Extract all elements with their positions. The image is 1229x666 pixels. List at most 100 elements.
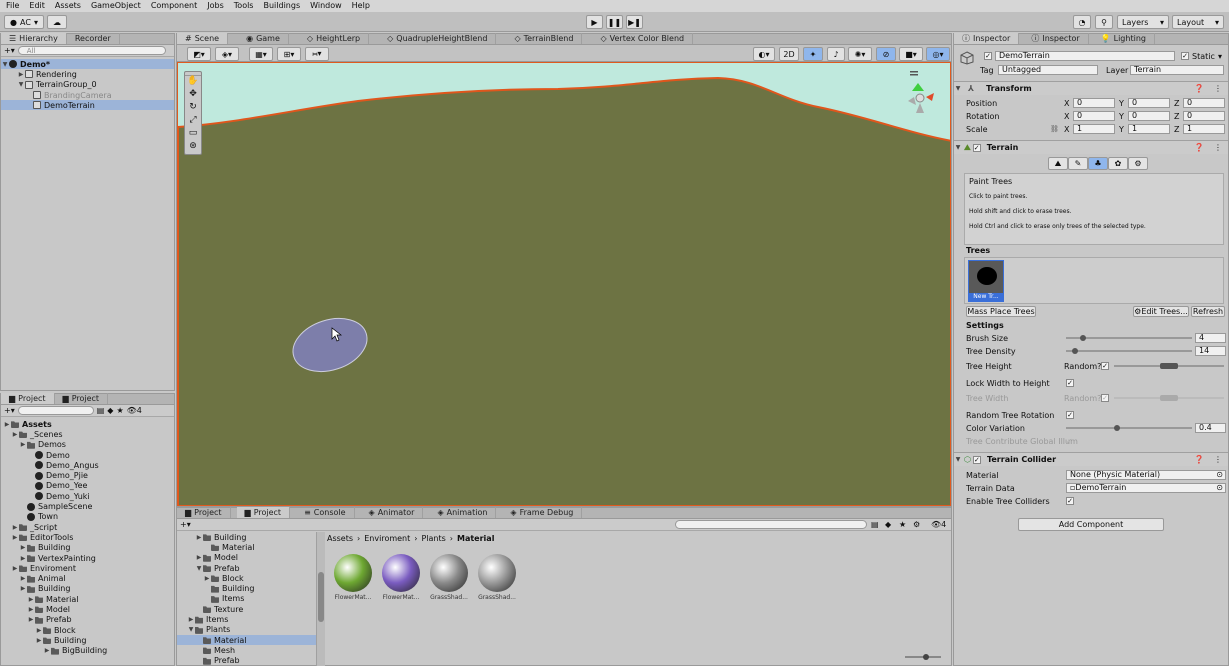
tab-project-1[interactable]: ▆ Project: [1, 393, 55, 404]
menu-item-window[interactable]: Window: [310, 0, 342, 12]
tab-console-2[interactable]: ≡ Console: [296, 507, 355, 518]
grid-button[interactable]: ▦▾: [249, 47, 273, 61]
increment-snap-button[interactable]: ⧦▾: [305, 47, 329, 61]
link-icon[interactable]: ⛓: [1050, 125, 1059, 133]
brush-size-field[interactable]: 4: [1195, 333, 1226, 343]
raise-terrain-tool[interactable]: ⛰: [1048, 157, 1068, 170]
brush-size-slider[interactable]: [1066, 335, 1192, 341]
gizmos-button[interactable]: ◎▾: [926, 47, 950, 61]
chevron-icon[interactable]: ▶: [195, 534, 203, 541]
tab-animation-4[interactable]: ◈ Animation: [429, 507, 497, 518]
chevron-icon[interactable]: ▼: [187, 626, 195, 633]
add-icon[interactable]: +▾: [180, 520, 191, 529]
paint-height-tool[interactable]: ✎: [1068, 157, 1088, 170]
terrain-collider-header[interactable]: ▼ ⬡ ✓ Terrain Collider ❓ ⋮: [954, 452, 1228, 466]
static-checkbox[interactable]: ✓: [1181, 52, 1189, 60]
chevron-right-icon[interactable]: ▼: [17, 81, 25, 88]
transform-tool-icon[interactable]: ⊛: [185, 141, 201, 154]
menu-item-gameobject[interactable]: GameObject: [91, 0, 141, 12]
move-tool-icon[interactable]: ✥: [185, 89, 201, 102]
hand-tool-icon[interactable]: ✋: [185, 76, 201, 89]
transform-scale-x-field[interactable]: 1: [1073, 124, 1115, 134]
object-name-field[interactable]: DemoTerrain: [995, 51, 1175, 61]
hierarchy-item[interactable]: BrandingCamera: [1, 90, 174, 100]
add-icon[interactable]: +▾: [4, 406, 15, 415]
tab-inspector-0[interactable]: ⓘ Inspector: [954, 33, 1020, 44]
chevron-icon[interactable]: ▶: [43, 647, 51, 654]
breadcrumb-item[interactable]: Enviroment: [364, 534, 410, 543]
project-tree-item[interactable]: Demo: [1, 450, 174, 460]
chevron-down-icon[interactable]: ▼: [1, 61, 9, 68]
tab-frame-debug-5[interactable]: ◈ Frame Debug: [502, 507, 583, 518]
account-button[interactable]: ● AC ▾: [4, 15, 44, 29]
edit-trees-button[interactable]: ⚙ Edit Trees...: [1133, 306, 1189, 317]
project-tree-item[interactable]: ▶ EditorTools: [1, 532, 174, 542]
chevron-icon[interactable]: ▶: [187, 616, 195, 623]
project-tree-item[interactable]: Texture: [177, 604, 316, 614]
tab-project-2[interactable]: ▆ Project: [55, 393, 109, 404]
transform-scale-z-field[interactable]: 1: [1183, 124, 1225, 134]
toggle-2d-button[interactable]: 2D: [779, 47, 799, 61]
play-button[interactable]: ▶: [586, 15, 603, 29]
menu-item-assets[interactable]: Assets: [55, 0, 81, 12]
project-tree-item[interactable]: ▶ Building: [1, 543, 174, 553]
collab-button[interactable]: ☁: [47, 15, 67, 29]
project-tree-item[interactable]: ▶ Material: [1, 594, 174, 604]
refresh-button[interactable]: Refresh: [1191, 306, 1225, 317]
filter-type-icon[interactable]: ▤: [871, 520, 879, 529]
chevron-icon[interactable]: ▶: [203, 575, 211, 582]
project-tree-item[interactable]: ▶ _Scenes: [1, 429, 174, 439]
terrain-settings-tool[interactable]: ⚙: [1128, 157, 1148, 170]
project-tree-item[interactable]: ▼ Plants: [177, 625, 316, 635]
chevron-down-icon[interactable]: ▼: [954, 144, 962, 151]
pause-button[interactable]: ❚❚: [606, 15, 623, 29]
project-tree-item[interactable]: ▶ Block: [1, 625, 174, 635]
project-tree-item[interactable]: ▶ Building: [177, 532, 316, 542]
enable-tree-colliders-checkbox[interactable]: ✓: [1066, 497, 1074, 505]
hidden-objects-toggle[interactable]: ⊘: [876, 47, 896, 61]
transform-position-y-field[interactable]: 0: [1128, 98, 1170, 108]
menu-item-jobs[interactable]: Jobs: [207, 0, 224, 12]
project-tree-item[interactable]: SampleScene: [1, 501, 174, 511]
menu-item-file[interactable]: File: [6, 0, 19, 12]
transform-scale-y-field[interactable]: 1: [1128, 124, 1170, 134]
project-tree-item[interactable]: ▶ Prefab: [1, 615, 174, 625]
chevron-icon[interactable]: ▶: [195, 554, 203, 561]
tab-game[interactable]: ◉ Game: [238, 33, 289, 44]
tree-scrollbar[interactable]: [317, 532, 325, 666]
project-tree-item[interactable]: Demo_Yuki: [1, 491, 174, 501]
paint-details-tool[interactable]: ✿: [1108, 157, 1128, 170]
more-options-icon[interactable]: ⋮: [1214, 143, 1222, 152]
more-options-icon[interactable]: ⋮: [1214, 84, 1222, 93]
project-tree-item[interactable]: Demo_Yee: [1, 481, 174, 491]
terrain-header[interactable]: ▼ ⛰ ✓ Terrain ❓ ⋮: [954, 140, 1228, 154]
project-tree-item[interactable]: ▶ Model: [1, 604, 174, 614]
tab-animator-3[interactable]: ◈ Animator: [361, 507, 424, 518]
tree-density-slider[interactable]: [1066, 348, 1192, 354]
collider-enabled-checkbox[interactable]: ✓: [972, 455, 981, 464]
breadcrumb-item[interactable]: Material: [457, 534, 494, 543]
add-component-button[interactable]: Add Component: [1018, 518, 1164, 531]
tab-inspector-1[interactable]: ⓘ Inspector: [1023, 33, 1089, 44]
tab-project-0[interactable]: ▆ Project: [177, 507, 231, 518]
transform-rotation-z-field[interactable]: 0: [1183, 111, 1225, 121]
snap-button[interactable]: ⊞▾: [277, 47, 301, 61]
project-tree-item[interactable]: Items: [177, 594, 316, 604]
transform-rotation-x-field[interactable]: 0: [1073, 111, 1115, 121]
tab-lighting-2[interactable]: 💡 Lighting: [1093, 33, 1155, 44]
menu-item-component[interactable]: Component: [151, 0, 197, 12]
search-button[interactable]: ⚲: [1095, 15, 1113, 29]
menu-item-buildings[interactable]: Buildings: [263, 0, 300, 12]
menu-item-help[interactable]: Help: [352, 0, 370, 12]
scene-viewport[interactable]: ✋ ✥ ↻ ⤢ ▭ ⊛: [177, 62, 951, 506]
chevron-down-icon[interactable]: ▼: [954, 456, 962, 463]
chevron-icon[interactable]: ▶: [27, 616, 35, 623]
history-button[interactable]: ◔: [1073, 15, 1091, 29]
chevron-icon[interactable]: ▶: [19, 585, 27, 592]
layers-dropdown[interactable]: Layers ▾: [1117, 15, 1169, 29]
menu-item-tools[interactable]: Tools: [234, 0, 254, 12]
project-tree-item[interactable]: Material: [177, 634, 316, 646]
project-tree-item[interactable]: ▶ BigBuilding: [1, 646, 174, 656]
chevron-icon[interactable]: ▶: [11, 431, 19, 438]
project-tree-item[interactable]: ▶ Animal: [1, 573, 174, 583]
